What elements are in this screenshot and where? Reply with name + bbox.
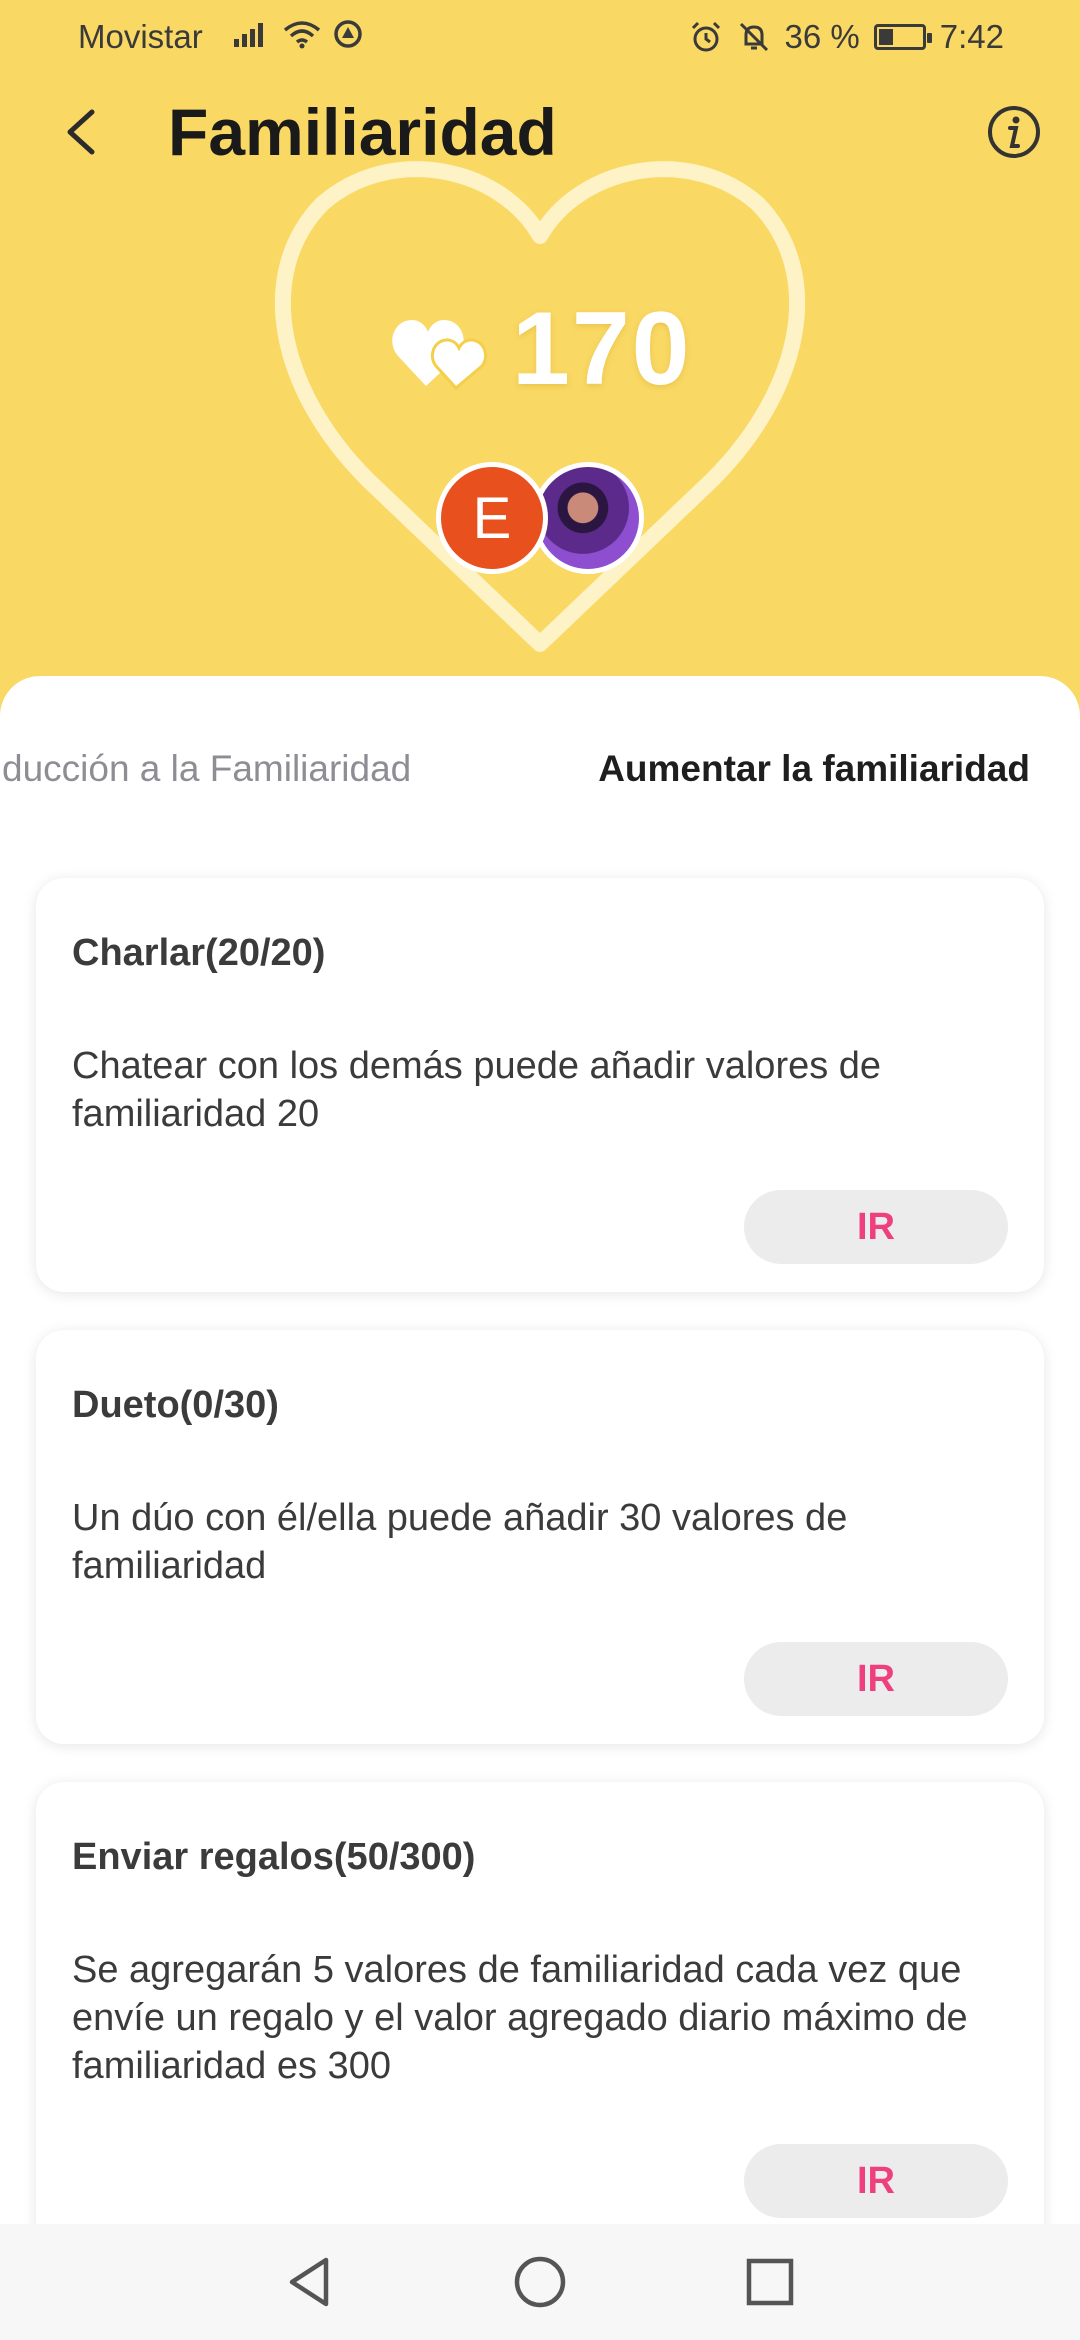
- back-triangle-icon: [289, 2257, 329, 2307]
- home-circle-icon: [514, 2256, 566, 2308]
- task-description: Se agregarán 5 valores de familiaridad c…: [72, 1949, 968, 2087]
- tab-bar: ducción a la Familiaridad Aumentar la fa…: [0, 676, 1080, 806]
- avatar-photo[interactable]: [532, 462, 644, 574]
- signal-icon: [234, 23, 263, 47]
- task-description: Un dúo con él/ella puede añadir 30 valor…: [72, 1497, 848, 1587]
- info-button[interactable]: [986, 104, 1042, 160]
- info-icon: [988, 106, 1040, 158]
- battery-percent: 36 %: [784, 18, 860, 55]
- familiarity-score: 170: [390, 290, 692, 409]
- avatar-pair: E: [436, 460, 646, 578]
- go-button-duet[interactable]: IR: [744, 1642, 1008, 1716]
- recents-square-icon: [746, 2258, 794, 2306]
- task-description: Chatear con los demás puede añadir valor…: [72, 1045, 882, 1135]
- tab-introduction[interactable]: ducción a la Familiaridad: [2, 748, 411, 790]
- task-title: Dueto(0/30): [72, 1384, 279, 1426]
- nav-home-button[interactable]: [510, 2252, 570, 2312]
- content-sheet: ducción a la Familiaridad Aumentar la fa…: [0, 676, 1080, 2236]
- task-card-gifts: Enviar regalos(50/300) Se agregarán 5 va…: [36, 1782, 1044, 2236]
- clock: 7:42: [939, 18, 1004, 55]
- back-button[interactable]: [54, 102, 114, 162]
- task-title: Enviar regalos(50/300): [72, 1836, 476, 1878]
- nav-recents-button[interactable]: [740, 2252, 800, 2312]
- status-bar: Movistar 36 % 7:42: [0, 0, 1080, 72]
- task-card-duet: Dueto(0/30) Un dúo con él/ella puede aña…: [36, 1330, 1044, 1744]
- navigation-bar: [0, 2224, 1080, 2340]
- battery-icon: [873, 24, 932, 50]
- wifi-icon: [283, 21, 321, 49]
- nav-back-button[interactable]: [280, 2252, 340, 2312]
- tab-increase-familiarity[interactable]: Aumentar la familiaridad: [598, 748, 1030, 790]
- carrier-label: Movistar: [78, 18, 203, 55]
- status-left-icons: [232, 18, 364, 50]
- status-right: 36 % 7:42: [689, 18, 1004, 56]
- avatar-initial: E: [472, 485, 512, 551]
- score-value: 170: [512, 291, 692, 407]
- mute-icon: [739, 22, 768, 52]
- alarm-icon: [691, 21, 720, 52]
- chevron-left-icon: [67, 109, 95, 155]
- go-button-chat[interactable]: IR: [744, 1190, 1008, 1264]
- task-title: Charlar(20/20): [72, 932, 326, 974]
- task-card-chat: Charlar(20/20) Chatear con los demás pue…: [36, 878, 1044, 1292]
- hearts-icon: [392, 319, 487, 390]
- go-button-gifts[interactable]: IR: [744, 2144, 1008, 2218]
- sync-icon: [334, 20, 362, 48]
- avatar[interactable]: E: [436, 462, 548, 574]
- familiarity-screen: Movistar 36 % 7:42 Familiaridad 170 E du…: [0, 0, 1080, 2340]
